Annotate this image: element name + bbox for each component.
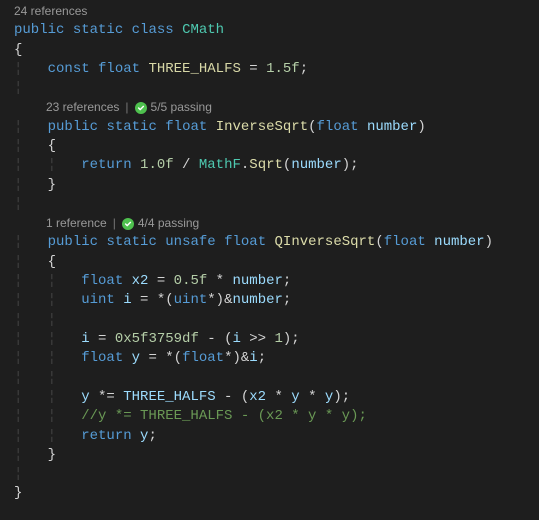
codelens-separator: | [113,214,116,233]
codelens-tests[interactable]: 5/5 passing [151,98,212,117]
code-line: ¦ ¦ i = 0x5f3759df - (i >> 1); [14,330,539,349]
codelens-class[interactable]: 24 references [14,2,539,21]
codelens-inversesqrt[interactable]: 23 references | 5/5 passing [14,98,539,117]
code-line: ¦ ¦ return y; [14,427,539,446]
code-line: ¦ ¦ y *= THREE_HALFS - (x2 * y * y); [14,388,539,407]
code-line: ¦ { [14,253,539,272]
test-pass-icon [135,102,147,114]
blank-line: ¦ ¦ [14,369,539,388]
codelens-separator: | [125,98,128,117]
test-pass-icon [122,218,134,230]
blank-line: ¦ [14,195,539,214]
code-line: ¦ { [14,137,539,156]
codelens-qinversesqrt[interactable]: 1 reference | 4/4 passing [14,214,539,233]
code-line: } [14,484,539,503]
code-line: ¦ } [14,446,539,465]
codelens-tests[interactable]: 4/4 passing [138,214,199,233]
code-line: public static class CMath [14,21,539,40]
code-line: ¦ ¦ return 1.0f / MathF.Sqrt(number); [14,156,539,175]
code-line: ¦ public static unsafe float QInverseSqr… [14,233,539,252]
codelens-refs[interactable]: 23 references [46,98,119,117]
code-line: ¦ ¦ uint i = *(uint*)&number; [14,291,539,310]
code-line: ¦ const float THREE_HALFS = 1.5f; [14,60,539,79]
blank-line: ¦ [14,465,539,484]
code-line: ¦ public static float InverseSqrt(float … [14,118,539,137]
code-line: ¦ } [14,176,539,195]
codelens-refs[interactable]: 1 reference [46,214,107,233]
code-line: ¦ ¦ float y = *(float*)&i; [14,349,539,368]
blank-line: ¦ [14,79,539,98]
code-line: ¦ ¦ float x2 = 0.5f * number; [14,272,539,291]
codelens-refs[interactable]: 24 references [14,2,87,21]
code-line: { [14,41,539,60]
blank-line: ¦ ¦ [14,311,539,330]
code-line: ¦ ¦ //y *= THREE_HALFS - (x2 * y * y); [14,407,539,426]
